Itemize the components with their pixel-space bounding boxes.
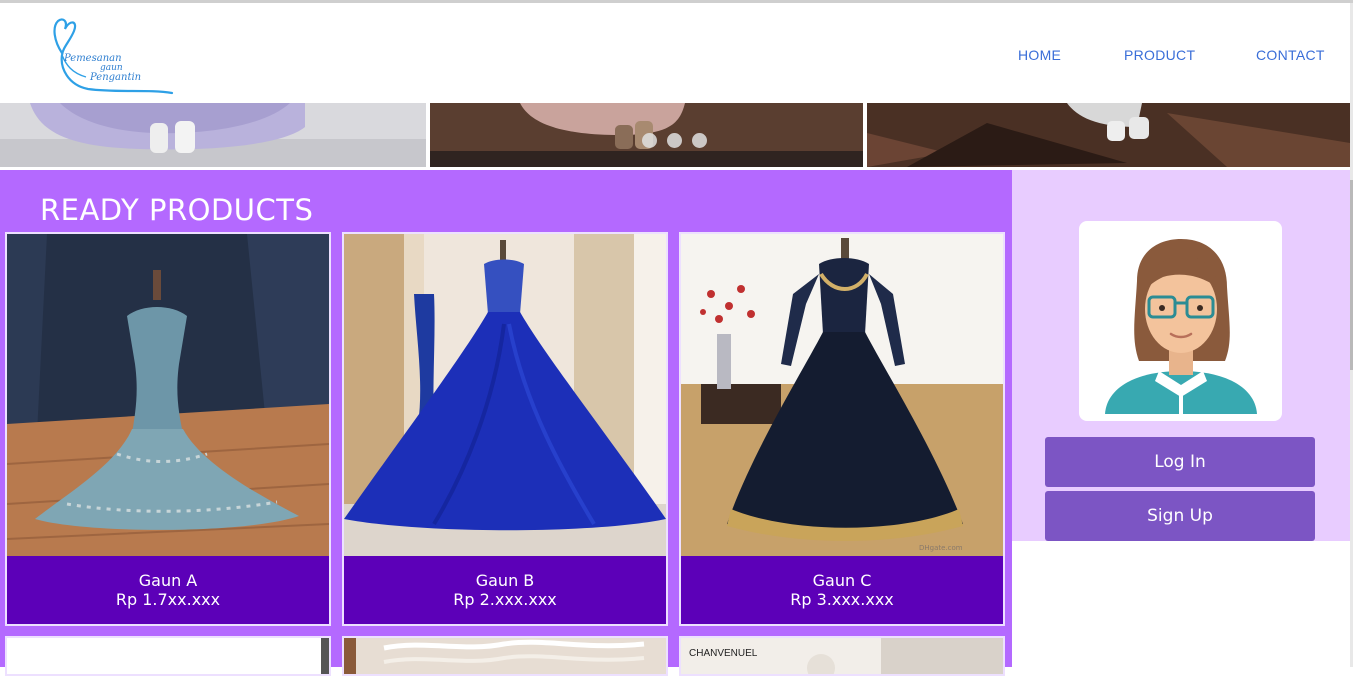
product-caption-a: Gaun A Rp 1.7xx.xxx	[7, 556, 329, 624]
product-image-e	[344, 638, 666, 674]
product-image-d	[7, 638, 329, 674]
product-caption-b: Gaun B Rp 2.xxx.xxx	[344, 556, 666, 624]
product-caption-c: Gaun C Rp 3.xxx.xxx	[681, 556, 1003, 624]
product-image-a	[7, 234, 329, 556]
product-card-a[interactable]: Gaun A Rp 1.7xx.xxx	[5, 232, 331, 626]
hero-slider[interactable]	[0, 103, 1350, 167]
section-title: READY PRODUCTS	[40, 193, 314, 227]
account-sidebar: Log In Sign Up	[1012, 170, 1350, 541]
product-image-c: DHgate.com	[681, 234, 1003, 556]
site-header: Pemesanan gaun Pengantin HOME PRODUCT CO…	[0, 3, 1350, 103]
product-name-a: Gaun A	[138, 571, 198, 590]
nav-home-link[interactable]: HOME	[1018, 47, 1061, 63]
nav-contact-link[interactable]: CONTACT	[1256, 47, 1325, 63]
slider-image-3	[867, 103, 1350, 167]
slider-image-1	[0, 103, 426, 167]
ready-products-section: READY PRODUCTS Gaun A Rp 1.7xx.xxx Gaun …	[0, 170, 1012, 676]
product-price-a: Rp 1.7xx.xxx	[115, 590, 221, 609]
slider-dot-3[interactable]	[692, 133, 707, 148]
product-name-b: Gaun B	[475, 571, 535, 590]
logo-text-line3: Pengantin	[90, 72, 142, 83]
product-price-c: Rp 3.xxx.xxx	[790, 590, 894, 609]
slider-dot-1[interactable]	[642, 133, 657, 148]
product-brand-watermark: CHANVENUEL	[689, 648, 758, 659]
product-card-c[interactable]: DHgate.com Gaun C Rp 3.xxx.xxx	[679, 232, 1005, 626]
product-card-d[interactable]	[5, 636, 331, 676]
nav-product-link[interactable]: PRODUCT	[1124, 47, 1195, 63]
avatar	[1079, 221, 1282, 421]
product-card-e[interactable]	[342, 636, 668, 676]
product-name-c: Gaun C	[812, 571, 872, 590]
site-logo[interactable]: Pemesanan gaun Pengantin	[48, 13, 178, 98]
product-price-b: Rp 2.xxx.xxx	[453, 590, 557, 609]
product-card-b[interactable]: Gaun B Rp 2.xxx.xxx	[342, 232, 668, 626]
signup-button[interactable]: Sign Up	[1045, 491, 1315, 541]
product-image-b	[344, 234, 666, 556]
product-card-f[interactable]: CHANVENUEL	[679, 636, 1005, 676]
svg-text:DHgate.com: DHgate.com	[919, 544, 963, 552]
login-button[interactable]: Log In	[1045, 437, 1315, 487]
user-avatar-icon	[1105, 239, 1257, 414]
slider-dot-2[interactable]	[667, 133, 682, 148]
